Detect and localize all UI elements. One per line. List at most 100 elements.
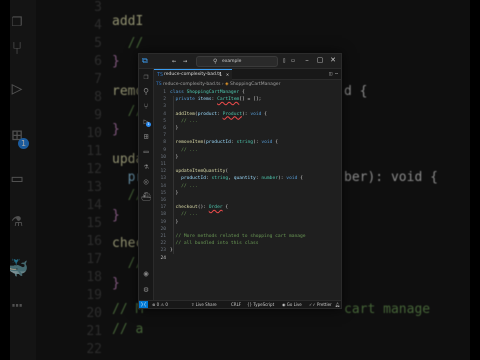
tab-reduce-complexity-bad[interactable]: TS reduce-complexity-bad.ts 1 ✕ (154, 69, 232, 80)
line-number: 19 (160, 219, 166, 225)
code-line-1: class ShoppingCartManager { (170, 90, 245, 95)
editor-tabs: TS reduce-complexity-bad.ts 1 ✕ ◫ ⋯ (154, 69, 341, 80)
line-number: 7 (163, 133, 166, 139)
letterbox-left (0, 0, 10, 360)
code-line-21: // More methods related to shopping cart… (175, 234, 306, 239)
tab-label: reduce-complexity-bad.ts (164, 72, 222, 77)
line-number: 13 (160, 176, 166, 182)
code-line-6: } (170, 126, 179, 131)
files-icon[interactable]: ❐ (141, 72, 151, 82)
typescript-file-icon: TS (156, 82, 162, 87)
title-bar: ⧉ ← → ⚲ example ▯ ▭ – ▢ ✕ (139, 54, 341, 69)
more-actions-icon[interactable]: ⋯ (335, 71, 338, 77)
remote-indicator-icon[interactable]: ⟩⟨ (139, 301, 148, 308)
code-line-9: // ... (181, 147, 198, 153)
error-count: 0 (156, 302, 160, 307)
problems-status[interactable]: ⊗ 0 ⚠ 0 (152, 301, 168, 308)
double-check-icon: ✓✓ (309, 302, 316, 307)
line-number: 12 (160, 169, 166, 175)
code-editor[interactable]: 1 2 3 4 5 6 7 8 9 10 11 12 13 14 15 16 17 18 19 20 21 22 23 24 … (154, 89, 341, 300)
language-label: TypeScript (253, 302, 275, 307)
code-line-4: addItem(product: Product): void { (175, 111, 267, 117)
maximize-button[interactable]: ▢ (315, 55, 325, 66)
line-number: 24 (160, 255, 166, 261)
braces-icon: {} (247, 302, 253, 307)
minimize-button[interactable]: – (302, 55, 312, 66)
split-editor-icon[interactable]: ◫ (329, 71, 332, 77)
line-number: 15 (160, 190, 166, 196)
command-center-text: example (222, 59, 242, 64)
line-number: 4 (163, 111, 166, 117)
extensions-icon[interactable]: ⊞ (141, 132, 151, 142)
broadcast-icon: ◉ (282, 302, 286, 307)
code-line-23: } (170, 248, 173, 254)
code-line-17: checkout(): Order { (175, 205, 229, 211)
line-number: 6 (163, 126, 166, 131)
breadcrumb-file[interactable]: reduce-complexity-bad.ts (163, 82, 220, 87)
code-line-13: productId: string, quantity: number): vo… (181, 176, 303, 182)
breadcrumb-separator-icon: › (221, 82, 224, 87)
live-share-label: Live Share (195, 302, 217, 307)
line-number: 2 (163, 97, 166, 103)
code-line-8: removeItem(productId: string): void { (175, 140, 278, 146)
go-live-status[interactable]: ◉ Go Live (282, 301, 302, 308)
line-number: 21 (160, 234, 166, 239)
vscode-window: ⧉ ← → ⚲ example ▯ ▭ – ▢ ✕ ❐ ⚲ ⑂ ▷ 1 ⊞ ▭ … (138, 53, 342, 309)
vscode-logo-icon: ⧉ (142, 56, 148, 65)
code-line-12: updateItemQuantity( (175, 169, 229, 175)
tab-close-icon[interactable]: ✕ (226, 70, 229, 80)
line-number: 1 (163, 90, 166, 95)
testing-icon[interactable]: ⚗ (141, 162, 151, 172)
breadcrumb: TS reduce-complexity-bad.ts › ◈ Shopping… (156, 81, 280, 88)
accounts-icon[interactable]: ◉ (141, 269, 151, 279)
breadcrumb-symbol[interactable]: ShoppingCartManager (230, 82, 280, 87)
line-number: 8 (163, 140, 166, 146)
go-live-label: Go Live (286, 302, 302, 307)
live-share-icon: ⇪ (191, 302, 195, 307)
error-icon: ⊗ (152, 302, 156, 307)
forward-arrow-icon[interactable]: → (183, 56, 187, 66)
database-icon[interactable]: ◎ (141, 177, 151, 187)
class-symbol-icon: ◈ (225, 82, 229, 87)
search-icon[interactable]: ⚲ (141, 87, 151, 97)
code-line-2: private items: CartItem[] = []; (175, 97, 262, 103)
code-line-14: // ... (181, 183, 198, 189)
line-number: 17 (160, 205, 166, 211)
layout-toggle-icon[interactable]: ▯ (280, 56, 288, 65)
search-icon: ⚲ (213, 58, 218, 65)
activity-bar: ❐ ⚲ ⑂ ▷ 1 ⊞ ▭ ⚗ ◎ ⛴ ◉ ⚙ (139, 69, 154, 300)
code-line-15: } (170, 190, 179, 196)
typescript-file-icon: TS (157, 72, 164, 78)
code-line-18: // ... (181, 212, 198, 218)
line-number: 14 (160, 183, 166, 189)
prettier-status[interactable]: ✓✓ Prettier (309, 301, 332, 308)
language-status[interactable]: {} TypeScript (247, 301, 275, 308)
settings-gear-icon[interactable]: ⚙ (141, 285, 151, 295)
code-line-19: } (170, 219, 179, 225)
warning-icon: ⚠ (160, 302, 165, 307)
line-number: 16 (160, 198, 166, 203)
live-share-status[interactable]: ⇪ Live Share (191, 301, 217, 308)
command-center-search[interactable]: ⚲ example (196, 56, 278, 67)
line-number: 5 (163, 118, 166, 124)
editor-actions: ◫ ⋯ (329, 69, 338, 79)
panel-toggle-icon[interactable]: ▭ (289, 56, 297, 65)
notification-badge: 1 (146, 122, 151, 127)
line-number: 18 (160, 212, 166, 218)
status-bar: ⟩⟨ ⊗ 0 ⚠ 0 ⇪ Live Share CRLF {} TypeScri… (139, 300, 341, 308)
tab-modified-count: 1 (218, 72, 222, 78)
line-number: 11 (160, 162, 166, 167)
close-button[interactable]: ✕ (328, 55, 338, 66)
docker-icon[interactable]: ⛴ (141, 192, 151, 202)
line-number: 22 (160, 241, 166, 247)
source-control-icon[interactable]: ⑂ (141, 102, 151, 112)
prettier-label: Prettier (316, 302, 332, 307)
line-number: 23 (160, 248, 166, 254)
line-number: 9 (163, 147, 166, 153)
notifications-bell-icon[interactable]: 🔔︎ (335, 301, 340, 308)
remote-explorer-icon[interactable]: ▭ (141, 147, 151, 157)
back-arrow-icon[interactable]: ← (172, 56, 176, 66)
eol-status[interactable]: CRLF (231, 301, 241, 308)
code-line-5: // ... (181, 118, 198, 124)
letterbox-right (470, 0, 480, 360)
